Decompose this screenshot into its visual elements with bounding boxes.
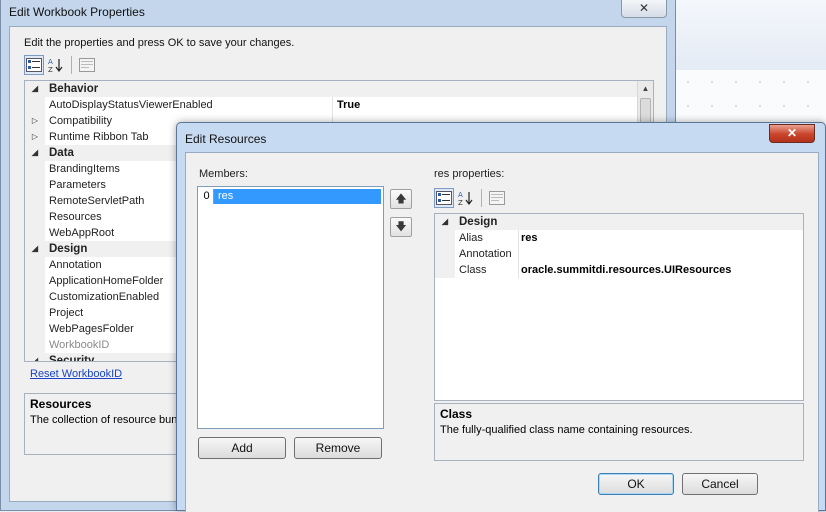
row-gutter [25,289,45,305]
row-gutter [25,209,45,225]
property-name: Annotation [459,246,519,262]
move-up-button[interactable]: 🡅 [390,189,412,209]
row-gutter [25,305,45,321]
members-list[interactable]: 0 res [197,186,384,429]
description-text: The collection of resource bund [30,414,184,426]
category-row[interactable]: ◢ Behavior [25,81,653,97]
row-gutter [435,246,455,262]
row-gutter [25,273,45,289]
property-name: AutoDisplayStatusViewerEnabled [49,97,333,113]
property-row[interactable]: AutoDisplayStatusViewerEnabled True [25,97,653,113]
cancel-button[interactable]: Cancel [682,473,758,495]
property-row-class[interactable]: Class oracle.summitdi.resources.UIResour… [435,262,803,278]
property-value[interactable]: oracle.summitdi.resources.UIResources [521,262,731,278]
edit-resources-dialog: Edit Resources ✕ Members: 0 res 🡅 🡇 Add R… [176,122,826,512]
category-label: Design [459,216,498,228]
instructions-text: Edit the properties and press OK to save… [24,37,295,49]
row-gutter [25,321,45,337]
property-description-panel: Class The fully-qualified class name con… [434,403,804,461]
property-name: Alias [459,230,519,246]
close-button[interactable]: ✕ [769,124,815,143]
member-name: res [218,190,234,202]
sort-az-icon[interactable]: AZ [46,55,66,75]
dialog-title: Edit Workbook Properties [9,5,145,19]
description-title: Class [440,407,473,421]
close-button[interactable]: ✕ [621,0,667,18]
categorized-icon[interactable] [24,55,44,75]
svg-text:Z: Z [458,199,463,206]
row-gutter [25,97,45,113]
collapse-icon[interactable]: ◢ [25,81,45,97]
reset-workbookid-link[interactable]: Reset WorkbookID [30,368,122,380]
svg-text:A: A [458,191,463,199]
remove-button[interactable]: Remove [294,437,382,459]
svg-text:Z: Z [48,66,53,73]
move-down-button[interactable]: 🡇 [390,217,412,237]
expand-icon[interactable]: ▷ [25,113,45,129]
members-label: Members: [199,168,248,180]
property-pages-icon [487,188,507,208]
row-gutter [25,177,45,193]
toolbar-separator [71,56,72,74]
property-value[interactable]: True [337,97,360,113]
categorized-icon[interactable] [434,188,454,208]
toolbar-separator [481,189,482,207]
resource-property-grid: ◢ Design Alias res Annotation Class orac… [434,213,804,401]
property-pages-icon [77,55,97,75]
row-gutter [25,193,45,209]
svg-text:A: A [48,58,53,66]
category-row[interactable]: ◢ Design [435,214,803,230]
add-button[interactable]: Add [198,437,286,459]
row-gutter [25,161,45,177]
arrow-down-icon: 🡇 [395,221,407,233]
category-label: Behavior [49,83,99,95]
collapse-icon[interactable]: ◢ [25,145,45,161]
dialog-title: Edit Resources [185,132,267,146]
property-grid-toolbar: AZ [24,55,97,75]
sort-az-icon[interactable]: AZ [456,188,476,208]
property-name: Class [459,262,519,278]
description-title: Resources [30,397,92,411]
description-text: The fully-qualified class name containin… [440,424,693,436]
collapse-icon[interactable]: ◢ [25,353,45,361]
property-row-annotation[interactable]: Annotation [435,246,803,262]
res-properties-label: res properties: [434,168,505,180]
collapse-icon[interactable]: ◢ [435,214,455,230]
list-item[interactable]: 0 res [200,189,381,204]
row-gutter [25,225,45,241]
arrow-up-icon: 🡅 [395,193,407,205]
row-gutter [435,262,455,278]
property-value[interactable]: res [521,230,538,246]
ok-button[interactable]: OK [598,473,674,495]
scroll-up-arrow-icon[interactable]: ▲ [638,81,653,97]
row-gutter [435,230,455,246]
expand-icon[interactable]: ▷ [25,129,45,145]
row-gutter [25,257,45,273]
member-index: 0 [200,189,214,204]
collapse-icon[interactable]: ◢ [25,241,45,257]
property-grid-toolbar: AZ [434,188,507,208]
property-row-alias[interactable]: Alias res [435,230,803,246]
dialog-body: Members: 0 res 🡅 🡇 Add Remove res propert… [185,152,819,512]
row-gutter [25,337,45,353]
